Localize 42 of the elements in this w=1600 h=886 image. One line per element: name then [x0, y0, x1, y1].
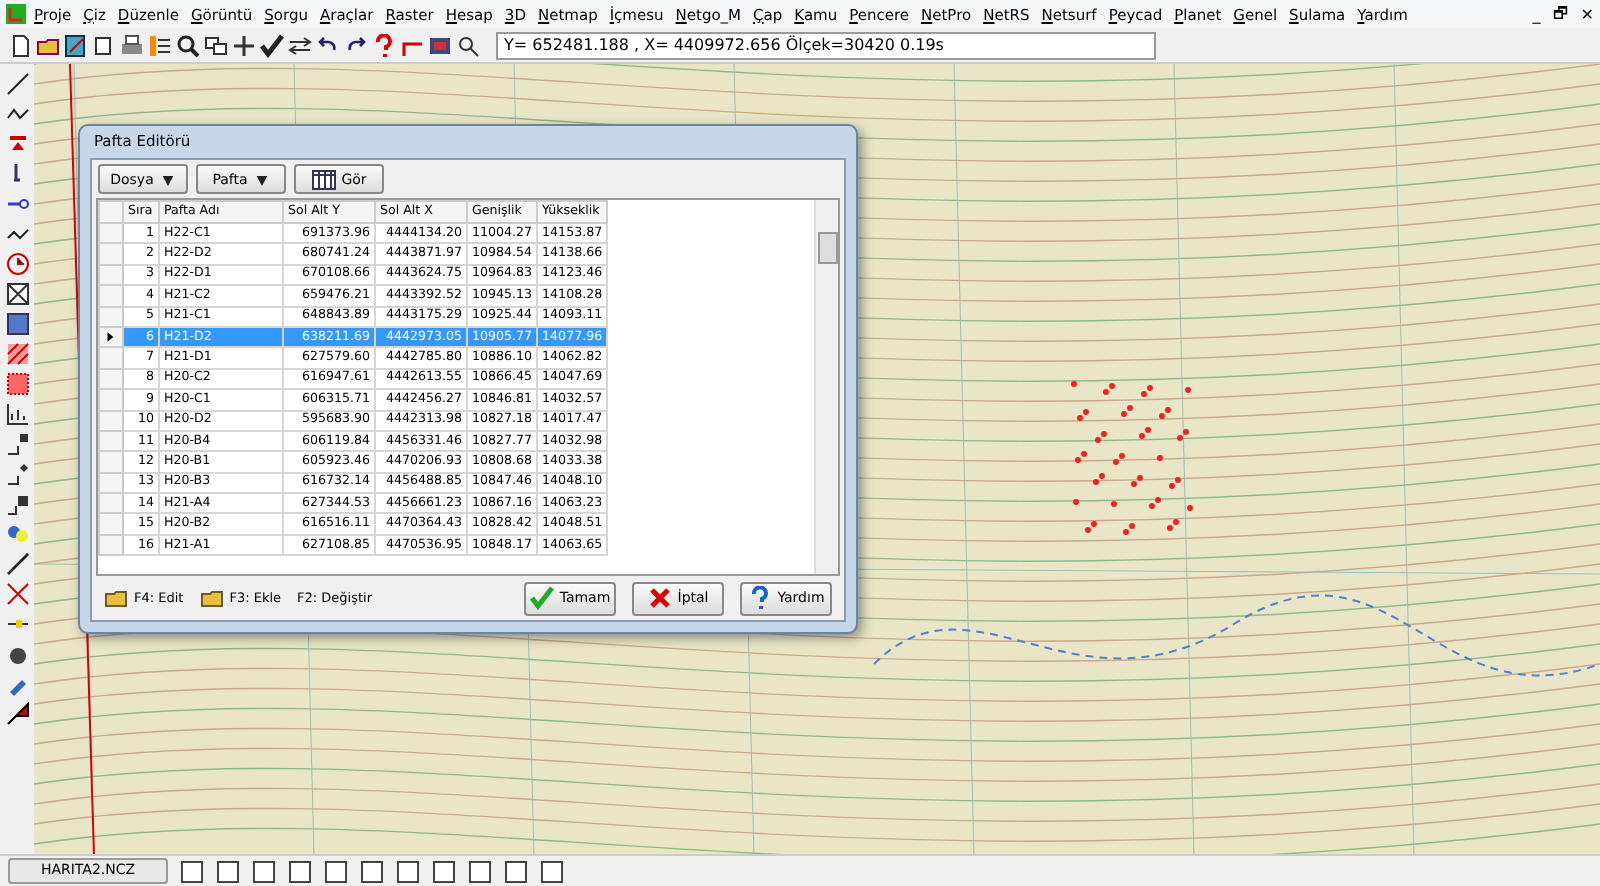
scrollbar[interactable] [814, 200, 838, 574]
corner-diamond-icon[interactable] [5, 462, 29, 486]
dotted-area-icon[interactable] [5, 372, 29, 396]
folder-icon [104, 586, 128, 610]
new-page-icon[interactable] [8, 33, 32, 57]
folder-icon [199, 586, 224, 610]
window-control[interactable]: 🗗 [1546, 0, 1575, 28]
windows-icon[interactable] [204, 33, 228, 57]
check-mark-icon[interactable] [260, 33, 284, 57]
row-pointer-icon [104, 330, 118, 345]
figures-icon[interactable] [5, 522, 29, 546]
printer-icon[interactable] [120, 33, 144, 57]
corner-square-icon[interactable] [5, 432, 29, 456]
magnifier-icon[interactable] [176, 33, 200, 57]
square-icon[interactable] [180, 859, 204, 883]
window-control[interactable]: ✕ [1574, 5, 1600, 23]
folder-icon[interactable] [36, 33, 60, 57]
arrows-icon[interactable] [288, 33, 312, 57]
x-mark-icon[interactable] [647, 586, 672, 610]
page-icon[interactable] [92, 33, 116, 57]
cross-box-icon[interactable] [5, 282, 29, 306]
edit-image-icon[interactable] [64, 33, 88, 57]
coordinates-field: Y= 652481.188 , X= 4409972.656 Ölçek=30420 0.19s [496, 31, 1156, 59]
question-mark-icon[interactable] [372, 33, 396, 57]
diagonal-line-icon[interactable] [5, 552, 29, 576]
list-icon[interactable] [148, 33, 172, 57]
check-mark-icon[interactable] [529, 586, 554, 610]
corner-block-icon[interactable] [5, 492, 29, 516]
hatched-area-icon[interactable] [5, 342, 29, 366]
window-control[interactable]: _ [1526, 5, 1547, 23]
x-mark-icon[interactable] [5, 582, 29, 606]
line-icon[interactable] [5, 72, 29, 96]
text-marker-icon[interactable] [5, 132, 29, 156]
scroll-thumb[interactable] [818, 232, 838, 264]
app-logo-icon[interactable] [4, 2, 28, 26]
clock-icon[interactable] [5, 252, 29, 276]
chart-icon[interactable] [5, 402, 29, 426]
table-icon[interactable] [311, 167, 336, 191]
plus-icon[interactable] [232, 33, 256, 57]
question-mark-icon[interactable] [747, 586, 772, 610]
picture-icon[interactable] [5, 312, 29, 336]
screen-icon[interactable] [428, 33, 452, 57]
